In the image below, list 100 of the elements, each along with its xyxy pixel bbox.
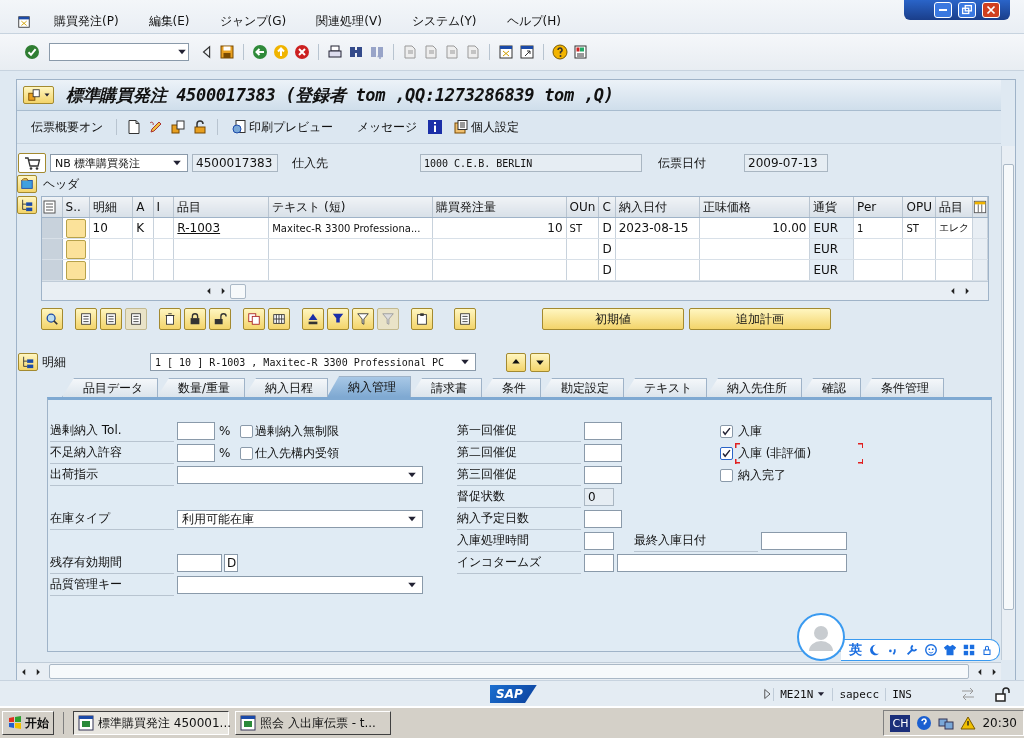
input-language-indicator[interactable]: CH [890, 714, 911, 732]
input-field[interactable] [177, 444, 215, 462]
language-toggle[interactable]: 英 [849, 641, 862, 659]
menu-item[interactable]: ヘルプ(H) [506, 13, 561, 30]
input-field[interactable] [177, 422, 215, 440]
close-button[interactable] [982, 2, 1000, 18]
date-field[interactable] [761, 532, 847, 550]
network-icon[interactable] [938, 715, 955, 731]
menu-item[interactable]: ジャンプ(G) [219, 13, 287, 30]
menu-item[interactable]: 購買発注(P) [54, 13, 119, 30]
action-button[interactable]: 初期値 [542, 308, 684, 330]
pencil-icon[interactable] [148, 119, 164, 135]
toolbar-button[interactable]: 伝票概要オン [27, 118, 107, 136]
tab[interactable]: 納入日程 [244, 378, 329, 397]
status-cell[interactable] [65, 218, 86, 238]
row-select-icon[interactable] [42, 199, 58, 215]
moon-icon[interactable] [867, 643, 881, 657]
status-cell[interactable] [65, 239, 86, 259]
previous-item-button[interactable] [506, 352, 526, 372]
clipboard-button[interactable] [411, 308, 433, 330]
item-dropdown[interactable]: 1 [ 10 ] R-1003 , Maxitec-R 3300 Professional PC [150, 353, 476, 371]
input-field[interactable] [584, 422, 622, 440]
input-field[interactable] [584, 554, 614, 572]
tab[interactable]: 確認 [801, 378, 862, 397]
column-header[interactable]: I [156, 200, 161, 214]
total-button[interactable] [327, 308, 349, 330]
input-field[interactable] [584, 532, 614, 550]
next-item-button[interactable] [530, 352, 550, 372]
tab[interactable]: 品目データ [62, 378, 158, 397]
unlock-button[interactable] [209, 308, 231, 330]
documents-icon[interactable] [170, 119, 186, 135]
personal-settings-button[interactable]: 個人設定 [449, 118, 523, 136]
smiley-icon[interactable] [924, 643, 938, 657]
new-document-icon[interactable] [126, 119, 142, 135]
select-all-button[interactable] [75, 308, 97, 330]
lock-button[interactable] [184, 308, 206, 330]
dropdown-field[interactable]: 利用可能在庫 [177, 510, 423, 528]
material-link[interactable]: R-1003 [177, 221, 221, 235]
copy-button[interactable] [243, 308, 265, 330]
wrench-icon[interactable] [905, 643, 919, 657]
column-header[interactable]: 品目 [177, 199, 202, 214]
tab[interactable]: 請求書 [410, 378, 483, 397]
checkbox[interactable] [240, 424, 254, 438]
table-settings-icon[interactable] [972, 200, 987, 214]
tab[interactable]: 納入先住所 [706, 378, 803, 397]
new-window-icon[interactable] [498, 44, 514, 60]
tab[interactable]: 納入管理 [327, 376, 412, 397]
help-icon[interactable] [552, 44, 568, 60]
details-button[interactable] [41, 308, 63, 330]
menu-icon[interactable] [16, 14, 32, 29]
action-button[interactable]: 追加計画 [689, 308, 831, 330]
shortcut-icon[interactable] [519, 44, 535, 60]
start-button[interactable]: 开始 [2, 711, 54, 735]
services-button[interactable] [23, 86, 54, 104]
grid-icon[interactable] [962, 643, 976, 657]
tab[interactable]: テキスト [623, 378, 708, 397]
input-field[interactable] [584, 444, 622, 462]
description-field[interactable] [617, 554, 847, 572]
help-icon[interactable] [916, 715, 933, 731]
tab[interactable]: 条件 [481, 378, 542, 397]
warning-icon[interactable] [960, 715, 977, 731]
padlock-icon[interactable] [994, 686, 1010, 702]
status-cell[interactable] [65, 260, 86, 280]
minimize-button[interactable] [934, 2, 952, 18]
checkbox[interactable] [720, 468, 733, 482]
input-field[interactable] [177, 554, 222, 572]
info-icon[interactable] [427, 119, 443, 135]
print-preview-button[interactable]: 印刷プレビュー [227, 118, 337, 136]
filter-button[interactable] [352, 308, 374, 330]
input-field[interactable] [584, 510, 622, 528]
cancel-icon[interactable] [294, 44, 310, 60]
tree-toggle-button[interactable] [17, 196, 37, 214]
cart-button[interactable] [18, 153, 46, 173]
select-block-button[interactable] [125, 308, 147, 330]
print-icon[interactable] [327, 44, 343, 60]
menu-item[interactable]: 関連処理(V) [316, 13, 382, 30]
command-field[interactable] [49, 43, 189, 61]
check-icon[interactable] [24, 44, 40, 60]
checkbox[interactable] [720, 446, 733, 460]
deselect-button[interactable] [100, 308, 122, 330]
lock-icon[interactable] [981, 643, 993, 657]
layout-button[interactable] [454, 308, 476, 330]
taskbar-button[interactable]: 照会 入出庫伝票 - t... [235, 711, 391, 735]
tab[interactable]: 条件管理 [860, 378, 945, 397]
sort-button[interactable] [302, 308, 324, 330]
menu-item[interactable]: システム(Y) [411, 13, 477, 30]
header-toggle-button[interactable] [17, 175, 37, 193]
tab[interactable]: 数量/重量 [157, 378, 246, 397]
checkbox[interactable] [720, 424, 733, 438]
checkbox[interactable] [240, 446, 254, 460]
delete-button[interactable] [159, 308, 181, 330]
menu-item[interactable]: 編集(E) [148, 13, 190, 30]
tree-toggle-button[interactable] [18, 353, 38, 371]
dropdown-field[interactable] [177, 466, 423, 484]
tab[interactable]: 勘定設定 [540, 378, 625, 397]
split-button[interactable] [268, 308, 290, 330]
input-field[interactable] [584, 466, 622, 484]
monitor-icon[interactable] [573, 44, 589, 60]
document-type-dropdown[interactable]: NB 標準購買発注 [50, 154, 188, 172]
lock-icon[interactable] [192, 119, 208, 135]
